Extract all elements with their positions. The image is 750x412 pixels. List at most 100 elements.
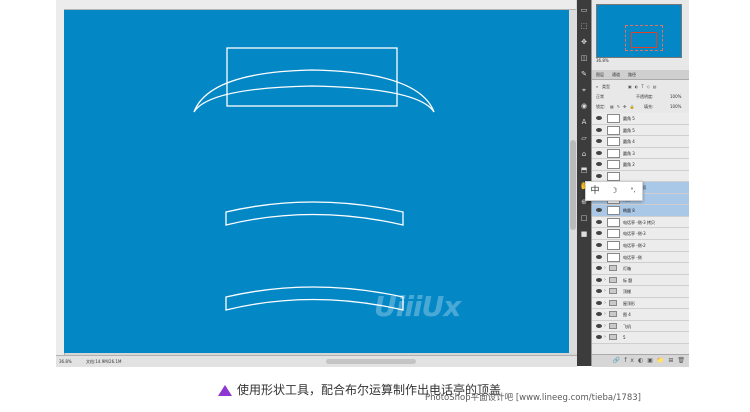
tool-10[interactable]: ⬒ [579, 166, 589, 175]
eye-icon[interactable] [596, 277, 602, 282]
opacity-value[interactable]: 100% [670, 92, 681, 102]
layer-row[interactable]: › 灯箱 [592, 263, 689, 275]
layer-row[interactable]: 电话亭 -侧 [592, 251, 689, 264]
document-canvas[interactable]: UiiiUx [64, 10, 569, 353]
eye-icon[interactable] [596, 243, 602, 248]
layer-row[interactable]: 电话亭 -侧-3 拷贝 [592, 216, 689, 229]
tool-0[interactable]: ▭ [579, 6, 589, 15]
layer-row[interactable]: › 图 4 [592, 309, 689, 321]
eye-icon[interactable] [596, 116, 602, 120]
blend-row: 正常 不透明度: 100% [592, 92, 689, 102]
tab-channels[interactable]: 通道 [612, 70, 620, 79]
status-zoom[interactable]: 36.8% [59, 356, 72, 367]
watermark-logo: UiiiUx [374, 290, 461, 323]
horizontal-ruler[interactable] [56, 0, 576, 10]
horizontal-scroll-thumb[interactable] [326, 359, 416, 364]
tool-13[interactable]: □ [579, 214, 589, 223]
chevron-right-icon[interactable]: › [604, 277, 606, 283]
layer-row[interactable]: 圆角 5 [592, 124, 689, 137]
layer-thumbnail [607, 206, 620, 216]
navigator-view-box[interactable] [631, 32, 657, 48]
navigator-zoom[interactable]: 36.8% [596, 58, 609, 63]
layer-row[interactable]: 电话亭 -侧-3 [592, 228, 689, 241]
layer-name: 圆角 4 [623, 139, 635, 145]
tool-4[interactable]: ✎ [579, 70, 589, 79]
layer-row[interactable]: 圆角 4 [592, 136, 689, 148]
lock-icons[interactable]: ▦✎✥🔒 [610, 102, 637, 112]
ime-punctuation-toggle[interactable]: °, [624, 182, 642, 200]
blend-mode-select[interactable]: 正常 [596, 92, 604, 102]
tool-7[interactable]: A [579, 118, 589, 127]
layer-row[interactable]: 电话亭 -侧-2 [592, 240, 689, 252]
ime-language-toggle[interactable]: 中 [586, 182, 604, 200]
layer-name: 圆角 3 [623, 150, 635, 156]
eye-icon[interactable] [596, 139, 602, 144]
vertical-scroll-thumb[interactable] [570, 140, 576, 230]
tool-9[interactable]: ⌂ [579, 150, 589, 159]
layer-row[interactable]: 圆角 5 [592, 113, 689, 125]
eye-icon[interactable] [596, 219, 602, 224]
tool-14[interactable]: ■ [579, 230, 589, 239]
tool-2[interactable]: ✥ [579, 38, 589, 47]
chevron-right-icon[interactable]: › [604, 323, 606, 329]
eye-icon[interactable] [596, 254, 602, 259]
fill-label: 填充: [644, 104, 654, 109]
tab-paths[interactable]: 路径 [628, 70, 636, 79]
eye-icon[interactable] [596, 289, 602, 294]
ime-toolbar[interactable]: 中 ☽ °, [585, 181, 643, 201]
eye-icon[interactable] [596, 323, 602, 328]
tab-layers[interactable]: 图层 [596, 70, 604, 79]
eye-icon[interactable] [596, 266, 602, 271]
search-icon: ⌕ [596, 84, 599, 89]
layer-row[interactable]: 圆角 2 [592, 159, 689, 171]
filter-icons[interactable]: ▣◐T◇▤ [628, 82, 660, 92]
moon-icon[interactable]: ☽ [605, 182, 623, 200]
layer-thumbnail [607, 114, 620, 123]
tool-1[interactable]: ⬚ [579, 22, 589, 31]
canvas-shapes [193, 47, 435, 311]
layer-name: 圆角 2 [623, 162, 635, 168]
layer-row[interactable]: › 5 [592, 332, 689, 344]
eye-icon[interactable] [596, 208, 602, 213]
chevron-right-icon[interactable]: › [604, 265, 606, 271]
chevron-right-icon[interactable]: › [604, 311, 606, 317]
tool-3[interactable]: ◫ [579, 54, 589, 63]
eye-icon[interactable] [596, 335, 602, 340]
lock-row: 锁定: ▦✎✥🔒 填充: 100% [592, 102, 689, 112]
eye-icon[interactable] [596, 127, 602, 132]
arc-band-middle [225, 201, 404, 226]
navigator-preview[interactable] [596, 4, 682, 58]
layers-panel-footer[interactable]: 🔗fx◐▣📁⊞🗑 [592, 354, 689, 367]
layer-name: 电话亭 -侧 [623, 254, 642, 260]
layer-thumbnail [607, 229, 620, 239]
status-doc-size: 文档:14.9M/26.1M [86, 359, 122, 364]
caption-bar: 使用形状工具，配合布尔运算制作出电话亭的顶盖 PhotoShop平面设计吧 [w… [0, 380, 750, 410]
layer-row[interactable]: › 标 题 [592, 274, 689, 287]
layer-filter-row: ⌕ 类型 ▣◐T◇▤ [592, 82, 689, 92]
layer-row[interactable]: › 屋顶形 [592, 297, 689, 310]
layer-name: 电话亭 -侧-3 [623, 231, 646, 237]
chevron-right-icon[interactable]: › [604, 300, 606, 306]
tool-6[interactable]: ◉ [579, 102, 589, 111]
eye-icon[interactable] [596, 312, 602, 317]
layer-row[interactable]: › 飞机 [592, 320, 689, 333]
eye-icon[interactable] [596, 300, 602, 305]
layer-row[interactable]: 椭圆 8 [592, 205, 689, 217]
folder-icon [609, 334, 617, 341]
eye-icon[interactable] [596, 231, 602, 236]
layer-kind-select[interactable]: 类型 [602, 82, 610, 92]
layer-name: 圆角 5 [623, 116, 635, 121]
layers-list: 圆角 5圆角 5圆角 4圆角 3圆角 2矩形 14 拷贝矩形 14椭圆 8电话亭… [592, 113, 689, 344]
layers-tabbar: 图层 通道 路径 [592, 70, 689, 80]
eye-icon[interactable] [596, 173, 602, 178]
layer-row[interactable]: › 顶棚 [592, 286, 689, 298]
fill-value[interactable]: 100% [670, 102, 681, 112]
vertical-scrollbar[interactable] [569, 10, 577, 353]
tool-8[interactable]: ▱ [579, 134, 589, 143]
eye-icon[interactable] [596, 150, 602, 155]
eye-icon[interactable] [596, 162, 602, 167]
chevron-right-icon[interactable]: › [604, 334, 606, 340]
tool-5[interactable]: ⌖ [579, 86, 589, 95]
chevron-right-icon[interactable]: › [604, 288, 606, 294]
layer-row[interactable]: 圆角 3 [592, 147, 689, 160]
